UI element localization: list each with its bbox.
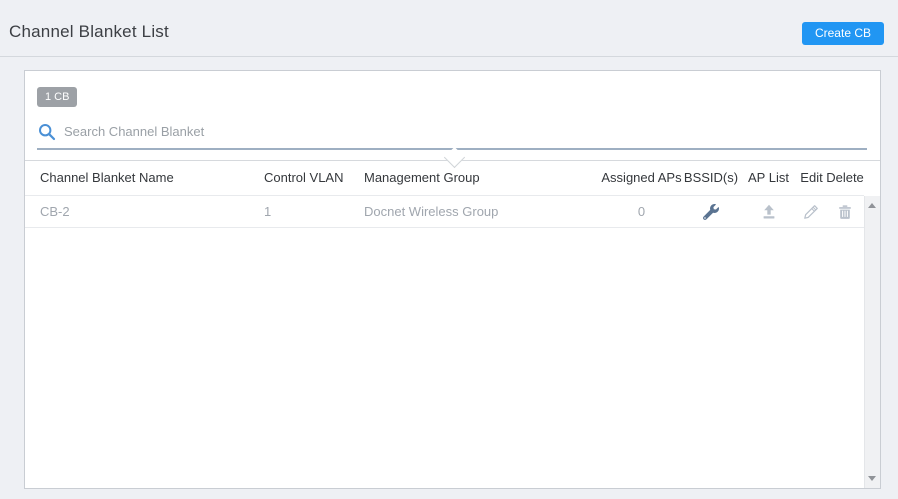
column-header-edit: Edit — [797, 170, 826, 185]
title-divider — [0, 56, 898, 57]
cell-assigned-aps: 0 — [601, 204, 682, 219]
create-cb-button[interactable]: Create CB — [802, 22, 884, 45]
pencil-icon — [803, 203, 820, 220]
scroll-down-icon[interactable] — [868, 476, 876, 481]
edit-button[interactable] — [801, 201, 823, 223]
delete-button[interactable] — [834, 201, 856, 223]
search-icon — [38, 123, 56, 146]
column-header-ap-list: AP List — [740, 170, 797, 185]
column-header-delete: Delete — [826, 170, 864, 185]
cell-management-group: Docnet Wireless Group — [364, 204, 601, 219]
column-header-name: Channel Blanket Name — [25, 170, 264, 185]
scroll-up-icon[interactable] — [868, 203, 876, 208]
column-header-control-vlan: Control VLAN — [264, 170, 364, 185]
table-row: CB-2 1 Docnet Wireless Group 0 — [25, 196, 864, 228]
cb-count-badge: 1 CB — [37, 87, 77, 107]
search-input[interactable] — [64, 120, 494, 142]
ap-list-button[interactable] — [758, 201, 780, 223]
bssid-button[interactable] — [700, 201, 722, 223]
table-scrollbar[interactable] — [864, 196, 880, 488]
trash-icon — [837, 204, 853, 220]
upload-icon — [761, 204, 777, 220]
column-header-assigned-aps: Assigned APs — [601, 170, 682, 185]
wrench-icon — [703, 204, 719, 220]
column-header-bssid: BSSID(s) — [682, 170, 740, 185]
cell-channel-blanket-name: CB-2 — [25, 204, 264, 219]
cell-control-vlan: 1 — [264, 204, 364, 219]
table-header-row: Channel Blanket Name Control VLAN Manage… — [25, 160, 864, 196]
channel-blanket-panel: 1 CB Channel Blanket Name Control VLAN M… — [24, 70, 881, 489]
column-header-management-group: Management Group — [364, 170, 601, 185]
page-title: Channel Blanket List — [9, 22, 169, 42]
